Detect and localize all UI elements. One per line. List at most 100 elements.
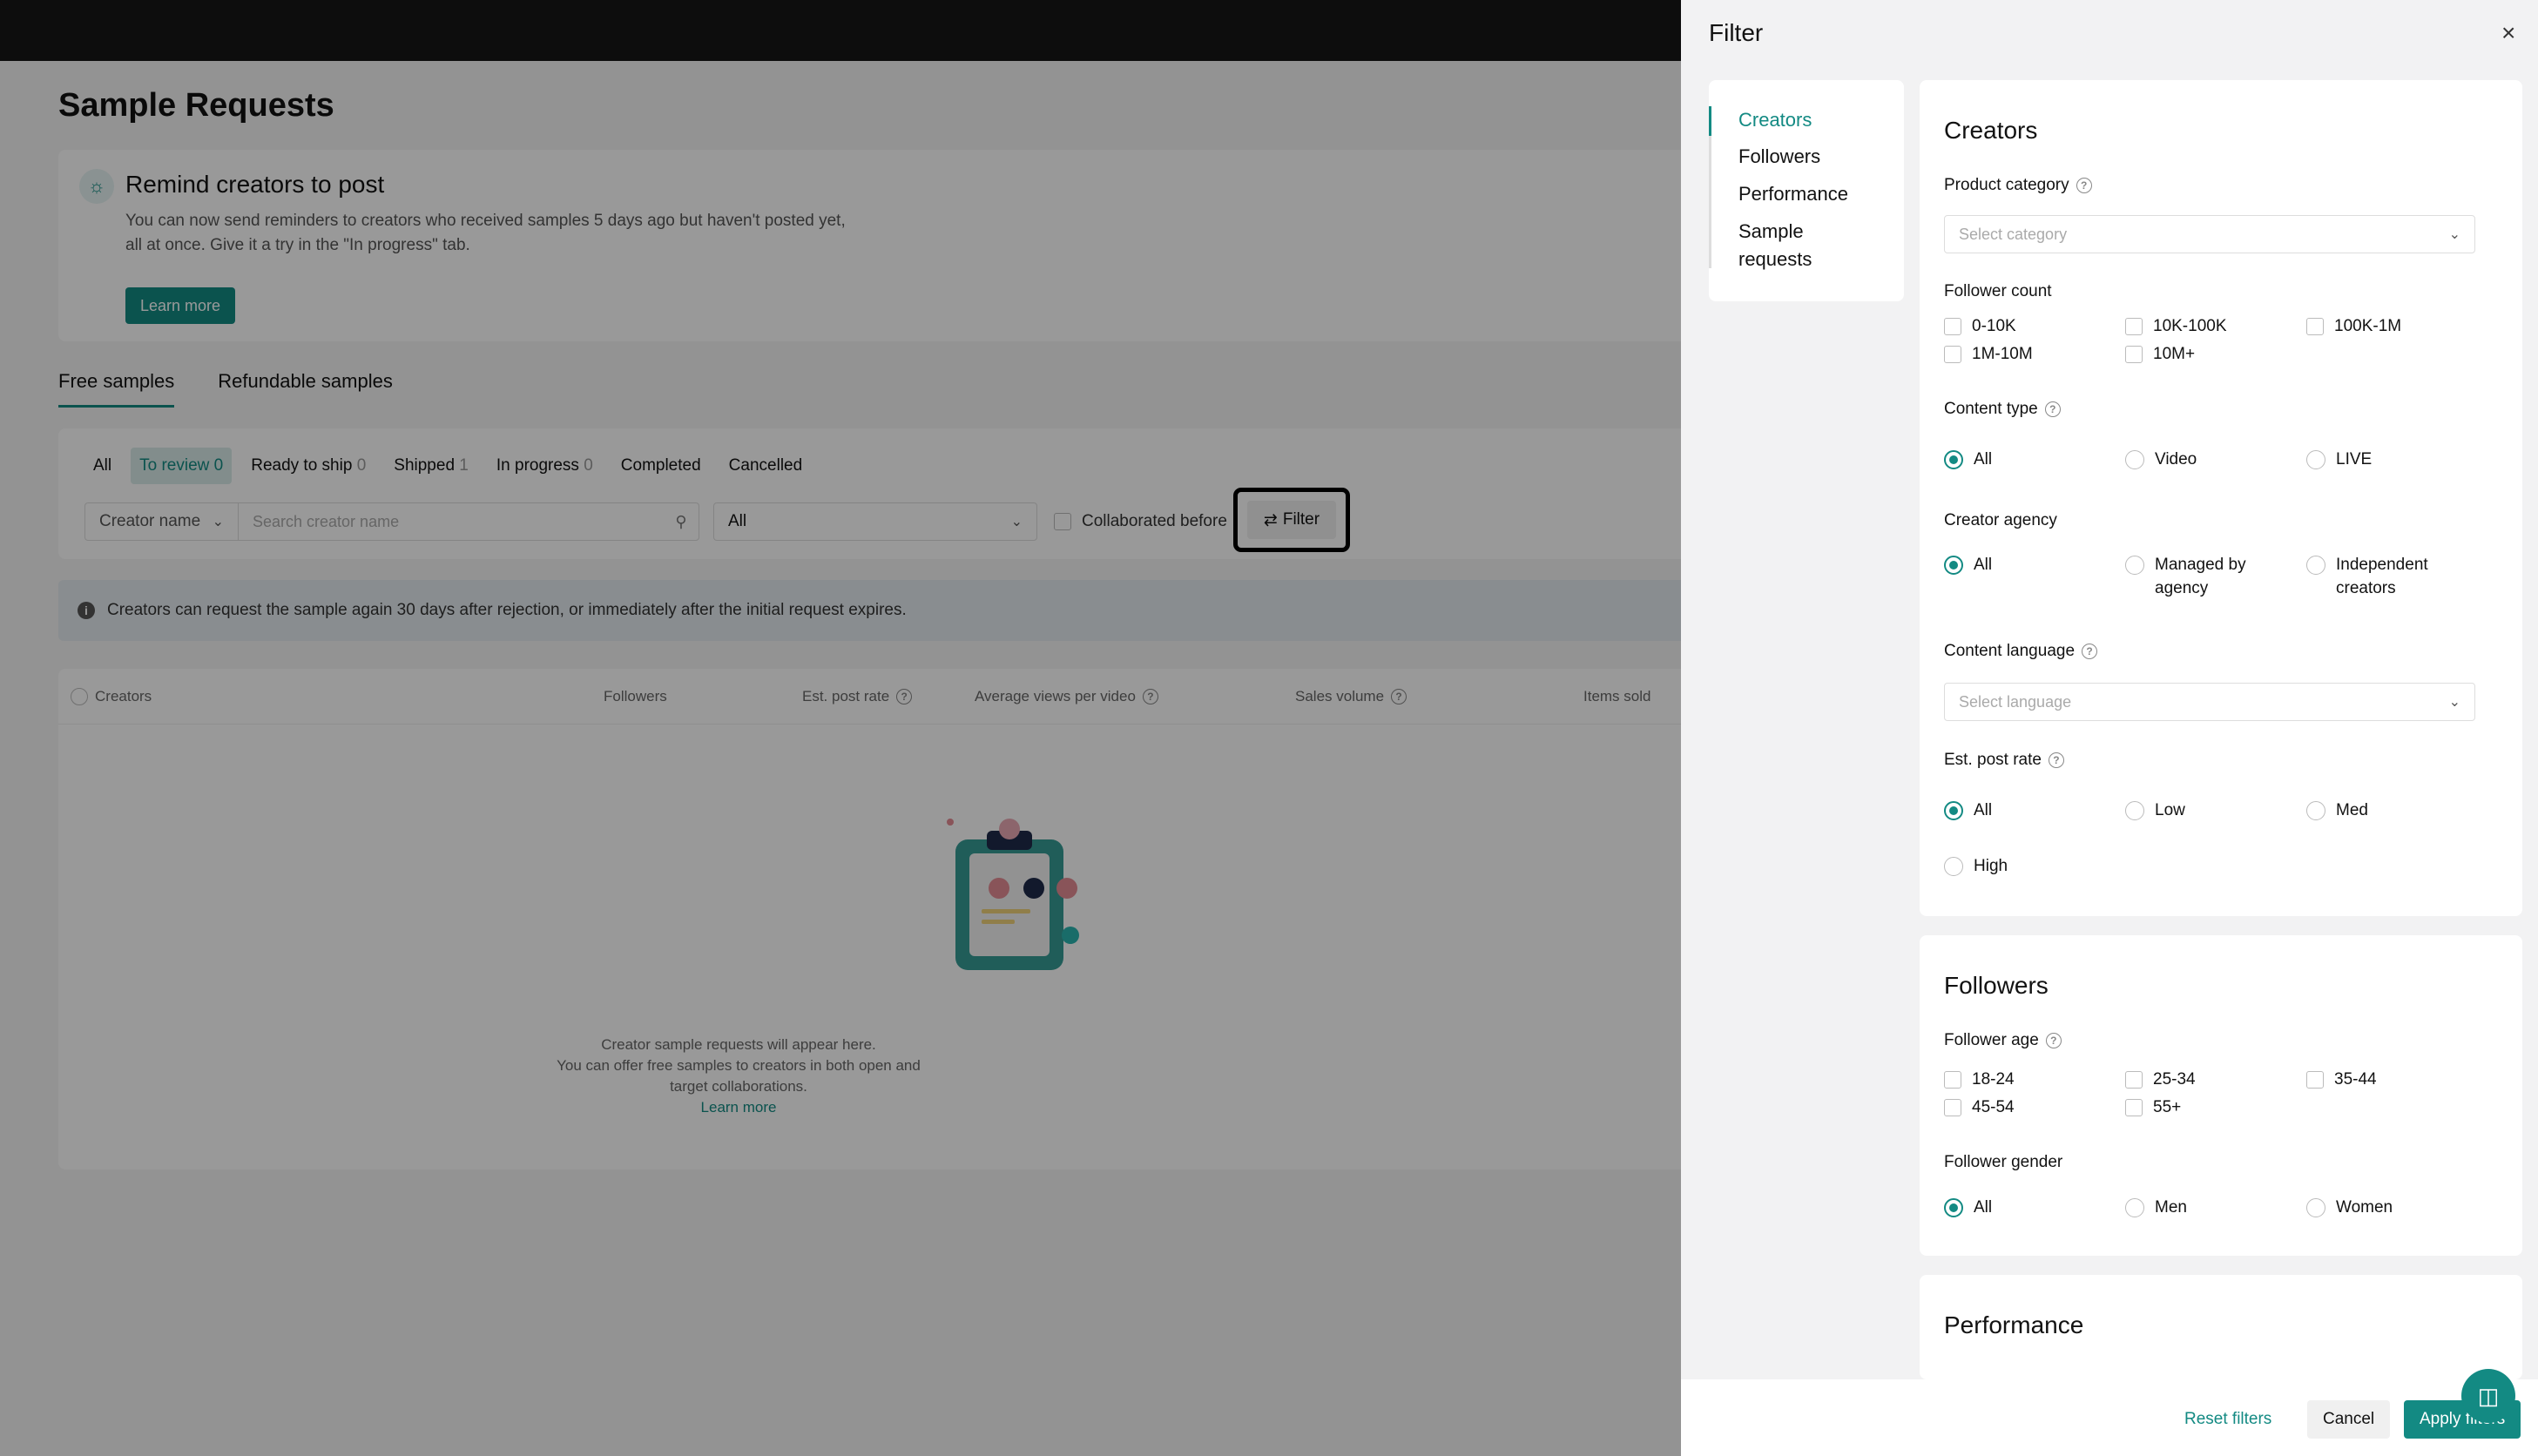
checkbox[interactable] — [2125, 1071, 2143, 1089]
checkbox[interactable] — [1944, 346, 1961, 363]
nav-item-performance[interactable]: Performance — [1738, 180, 1848, 208]
filter-nav: Creators Followers Performance Sample req… — [1709, 80, 1904, 301]
radio[interactable] — [2125, 1198, 2144, 1217]
content-language-label: Content language? — [1944, 642, 2098, 661]
post-rate-option[interactable]: All — [1944, 799, 1992, 822]
follower-age-option[interactable]: 45-54 — [1944, 1095, 2015, 1119]
help-icon[interactable]: ? — [2048, 752, 2064, 768]
option-label: All — [1974, 556, 1993, 574]
radio[interactable] — [2306, 1198, 2325, 1217]
follower-gender-label: Follower gender — [1944, 1153, 2062, 1172]
help-icon[interactable]: ? — [2076, 178, 2092, 193]
radio[interactable] — [1944, 857, 1963, 876]
content-type-label: Content type? — [1944, 400, 2061, 419]
help-icon[interactable]: ? — [2045, 1033, 2062, 1048]
label-text: Follower count — [1944, 282, 2052, 300]
radio-selected[interactable] — [1944, 450, 1963, 469]
close-icon[interactable]: × — [2501, 21, 2515, 45]
select-placeholder: Select language — [1959, 692, 2072, 711]
gender-option[interactable]: Women — [2306, 1196, 2393, 1219]
help-icon[interactable]: ? — [2082, 644, 2098, 659]
creators-section: Creators Product category? Select catego… — [1920, 80, 2522, 916]
checkbox[interactable] — [1944, 1071, 1961, 1089]
follower-age-option[interactable]: 25-34 — [2125, 1068, 2196, 1091]
section-title: Followers — [1944, 972, 2049, 999]
gender-option[interactable]: Men — [2125, 1196, 2187, 1219]
option-label: Independent creators — [2336, 553, 2428, 600]
option-label: 10M+ — [2153, 345, 2196, 363]
checkbox[interactable] — [2125, 318, 2143, 335]
nav-item-creators[interactable]: Creators — [1738, 106, 1812, 134]
checkbox[interactable] — [2306, 318, 2324, 335]
option-label: High — [1974, 857, 2008, 875]
radio-selected[interactable] — [1944, 801, 1963, 820]
agency-option[interactable]: Independent creators — [2306, 553, 2428, 600]
post-rate-label: Est. post rate? — [1944, 751, 2064, 770]
radio-selected[interactable] — [1944, 1198, 1963, 1217]
follower-count-option[interactable]: 100K-1M — [2306, 314, 2401, 338]
content-type-option[interactable]: Video — [2125, 448, 2197, 471]
chevron-down-icon: ⌄ — [2448, 695, 2460, 710]
option-label: 0-10K — [1972, 317, 2016, 335]
checkbox[interactable] — [2125, 1099, 2143, 1116]
nav-item-label: requests — [1738, 248, 1812, 270]
product-category-select[interactable]: Select category ⌄ — [1944, 215, 2475, 253]
nav-item-label: Sample — [1738, 220, 1804, 242]
nav-item-followers[interactable]: Followers — [1738, 143, 1820, 171]
checkbox[interactable] — [2125, 346, 2143, 363]
follower-count-option[interactable]: 0-10K — [1944, 314, 2016, 338]
option-label: 55+ — [2153, 1098, 2182, 1116]
option-label: 45-54 — [1972, 1098, 2015, 1116]
content-type-option[interactable]: All — [1944, 448, 1992, 471]
option-label: 25-34 — [2153, 1070, 2196, 1089]
checkbox[interactable] — [2306, 1071, 2324, 1089]
reset-filters-button[interactable]: Reset filters — [2169, 1400, 2287, 1439]
chevron-down-icon: ⌄ — [2448, 227, 2460, 242]
cancel-button[interactable]: Cancel — [2307, 1400, 2391, 1439]
label-text: Content language — [1944, 642, 2076, 660]
gender-option[interactable]: All — [1944, 1196, 1992, 1219]
option-label: All — [1974, 1198, 1993, 1217]
radio[interactable] — [2306, 556, 2325, 575]
help-icon[interactable]: ? — [2044, 401, 2061, 417]
label-text: Content type — [1944, 400, 2038, 418]
content-type-option[interactable]: LIVE — [2306, 448, 2372, 471]
nav-item-sample-requests[interactable]: Sample requests — [1738, 218, 1812, 273]
follower-count-option[interactable]: 10K-100K — [2125, 314, 2227, 338]
follower-count-option[interactable]: 1M-10M — [1944, 342, 2033, 366]
checkbox[interactable] — [1944, 1099, 1961, 1116]
radio[interactable] — [2125, 450, 2144, 469]
content-language-select[interactable]: Select language ⌄ — [1944, 683, 2475, 721]
label-text: Follower gender — [1944, 1153, 2063, 1171]
post-rate-option[interactable]: Low — [2125, 799, 2185, 822]
option-label: 35-44 — [2334, 1070, 2377, 1089]
follower-age-option[interactable]: 18-24 — [1944, 1068, 2015, 1091]
chat-support-icon[interactable]: ◫ — [2461, 1369, 2515, 1423]
agency-option[interactable]: All — [1944, 553, 1992, 576]
radio-selected[interactable] — [1944, 556, 1963, 575]
option-label: LIVE — [2336, 450, 2373, 468]
option-label: Women — [2336, 1198, 2393, 1217]
post-rate-option[interactable]: Med — [2306, 799, 2368, 822]
label-text: Creator agency — [1944, 511, 2057, 529]
checkbox[interactable] — [1944, 318, 1961, 335]
modal-overlay[interactable] — [0, 0, 1681, 1456]
radio[interactable] — [2306, 450, 2325, 469]
follower-age-option[interactable]: 35-44 — [2306, 1068, 2377, 1091]
label-text: Product category — [1944, 176, 2069, 194]
agency-option[interactable]: Managed by agency — [2125, 553, 2246, 600]
creator-agency-label: Creator agency — [1944, 511, 2057, 530]
nav-active-indicator — [1709, 106, 1711, 136]
follower-count-option[interactable]: 10M+ — [2125, 342, 2195, 366]
post-rate-option[interactable]: High — [1944, 854, 2008, 878]
option-label: 100K-1M — [2334, 317, 2402, 335]
radio[interactable] — [2125, 556, 2144, 575]
radio[interactable] — [2306, 801, 2325, 820]
followers-section: Followers Follower age? 18-24 25-34 35-4… — [1920, 935, 2522, 1256]
follower-age-option[interactable]: 55+ — [2125, 1095, 2181, 1119]
radio[interactable] — [2125, 801, 2144, 820]
label-text: Follower age — [1944, 1031, 2039, 1049]
panel-title: Filter — [1709, 19, 1764, 46]
option-label: 1M-10M — [1972, 345, 2033, 363]
option-label: All — [1974, 801, 1993, 819]
